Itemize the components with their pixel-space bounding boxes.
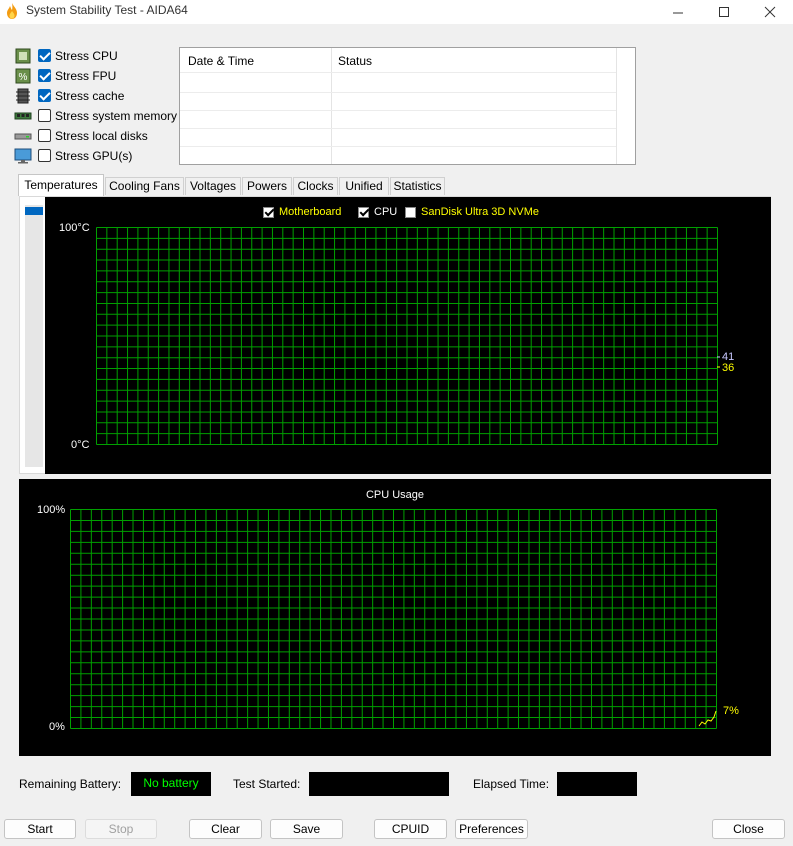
stress-cpu-checkbox[interactable] xyxy=(38,49,51,62)
scrollbar-thumb[interactable] xyxy=(25,207,43,215)
stress-cache-checkbox[interactable] xyxy=(38,89,51,102)
aida64-flame-icon xyxy=(7,3,17,19)
cpu-y-max-label: 100% xyxy=(37,504,66,516)
temp-y-max-label: 100°C xyxy=(59,222,90,234)
monitor-gpu-icon xyxy=(14,148,32,164)
column-header-status[interactable]: Status xyxy=(338,54,372,68)
sensor-scrollbar[interactable] xyxy=(25,205,43,467)
test-started-label: Test Started: xyxy=(233,777,301,791)
header-separator xyxy=(180,72,616,73)
legend-sandisk-checkbox[interactable] xyxy=(405,207,416,218)
cpu-usage-title: CPU Usage xyxy=(365,489,425,501)
tab-temperatures[interactable]: Temperatures xyxy=(18,174,104,196)
minimize-icon xyxy=(673,12,683,14)
fpu-chip-icon: % xyxy=(15,68,31,84)
tab-unified[interactable]: Unified xyxy=(339,177,389,195)
temperature-graph: Motherboard CPU SanDisk Ultra 3D NVMe 10… xyxy=(45,197,771,474)
remaining-battery-field: No battery xyxy=(131,772,211,796)
temp-y-min-label: 0°C xyxy=(71,439,90,451)
start-button[interactable]: Start xyxy=(4,819,76,839)
window-client-area: Stress CPU % Stress FPU Stress cache Str… xyxy=(0,24,793,846)
preferences-button[interactable]: Preferences xyxy=(455,819,528,839)
stress-gpu-label: Stress GPU(s) xyxy=(55,149,133,163)
cpu-usage-value: 7% xyxy=(723,705,739,717)
memory-module-icon xyxy=(14,112,32,120)
remaining-battery-value: No battery xyxy=(143,776,199,790)
stop-button[interactable]: Stop xyxy=(85,819,157,839)
stress-gpu-checkbox[interactable] xyxy=(38,149,51,162)
column-header-date-time[interactable]: Date & Time xyxy=(188,54,254,68)
row-separator xyxy=(180,92,616,93)
cpu-y-min-label: 0% xyxy=(49,721,65,733)
window-title: System Stability Test - AIDA64 xyxy=(26,3,188,17)
stress-cpu-label: Stress CPU xyxy=(55,49,118,63)
cpuid-button[interactable]: CPUID xyxy=(374,819,447,839)
motherboard-temp-value: 36 xyxy=(722,362,735,374)
cpu-chip-icon xyxy=(15,48,31,64)
clear-button[interactable]: Clear xyxy=(189,819,262,839)
tab-clocks[interactable]: Clocks xyxy=(293,177,338,195)
close-button[interactable]: Close xyxy=(712,819,785,839)
remaining-battery-label: Remaining Battery: xyxy=(19,777,122,791)
save-button[interactable]: Save xyxy=(270,819,343,839)
elapsed-time-label: Elapsed Time: xyxy=(473,777,550,791)
cpu-usage-graph: CPU Usage 100% 0% 7% xyxy=(19,479,771,756)
stress-fpu-checkbox[interactable] xyxy=(38,69,51,82)
tab-voltages[interactable]: Voltages xyxy=(185,177,241,195)
cpu-usage-graph-canvas xyxy=(70,509,717,729)
close-window-button[interactable] xyxy=(747,0,793,24)
minimize-button[interactable] xyxy=(655,0,701,24)
stress-memory-label: Stress system memory xyxy=(55,109,178,123)
graph-grid xyxy=(70,509,717,729)
legend-motherboard-checkbox[interactable] xyxy=(263,207,274,218)
column-divider xyxy=(616,48,617,164)
tab-powers[interactable]: Powers xyxy=(242,177,292,195)
stress-cache-label: Stress cache xyxy=(55,89,125,103)
test-started-field xyxy=(309,772,449,796)
row-separator xyxy=(180,146,616,147)
svg-text:%: % xyxy=(19,72,28,83)
legend-motherboard-label: Motherboard xyxy=(279,206,342,218)
temperature-graph-canvas xyxy=(96,227,720,445)
maximize-button[interactable] xyxy=(701,0,747,24)
stress-fpu-label: Stress FPU xyxy=(55,69,117,83)
legend-sandisk-label: SanDisk Ultra 3D NVMe xyxy=(421,206,539,218)
status-log-table[interactable]: Date & Time Status xyxy=(179,47,636,165)
legend-cpu-label: CPU xyxy=(374,206,398,218)
legend-cpu-checkbox[interactable] xyxy=(358,207,369,218)
stress-disks-label: Stress local disks xyxy=(55,129,148,143)
tab-cooling-fans[interactable]: Cooling Fans xyxy=(105,177,184,195)
cache-chip-icon xyxy=(16,88,30,104)
row-separator xyxy=(180,110,616,111)
title-bar: System Stability Test - AIDA64 xyxy=(0,0,793,24)
graph-grid xyxy=(96,227,718,445)
tab-statistics[interactable]: Statistics xyxy=(390,177,445,195)
elapsed-time-field xyxy=(557,772,637,796)
close-icon xyxy=(764,6,776,18)
row-separator xyxy=(180,128,616,129)
maximize-icon xyxy=(719,7,729,17)
hard-disk-icon xyxy=(14,133,32,140)
stress-memory-checkbox[interactable] xyxy=(38,109,51,122)
stress-disks-checkbox[interactable] xyxy=(38,129,51,142)
cpu-usage-trace xyxy=(698,710,717,727)
